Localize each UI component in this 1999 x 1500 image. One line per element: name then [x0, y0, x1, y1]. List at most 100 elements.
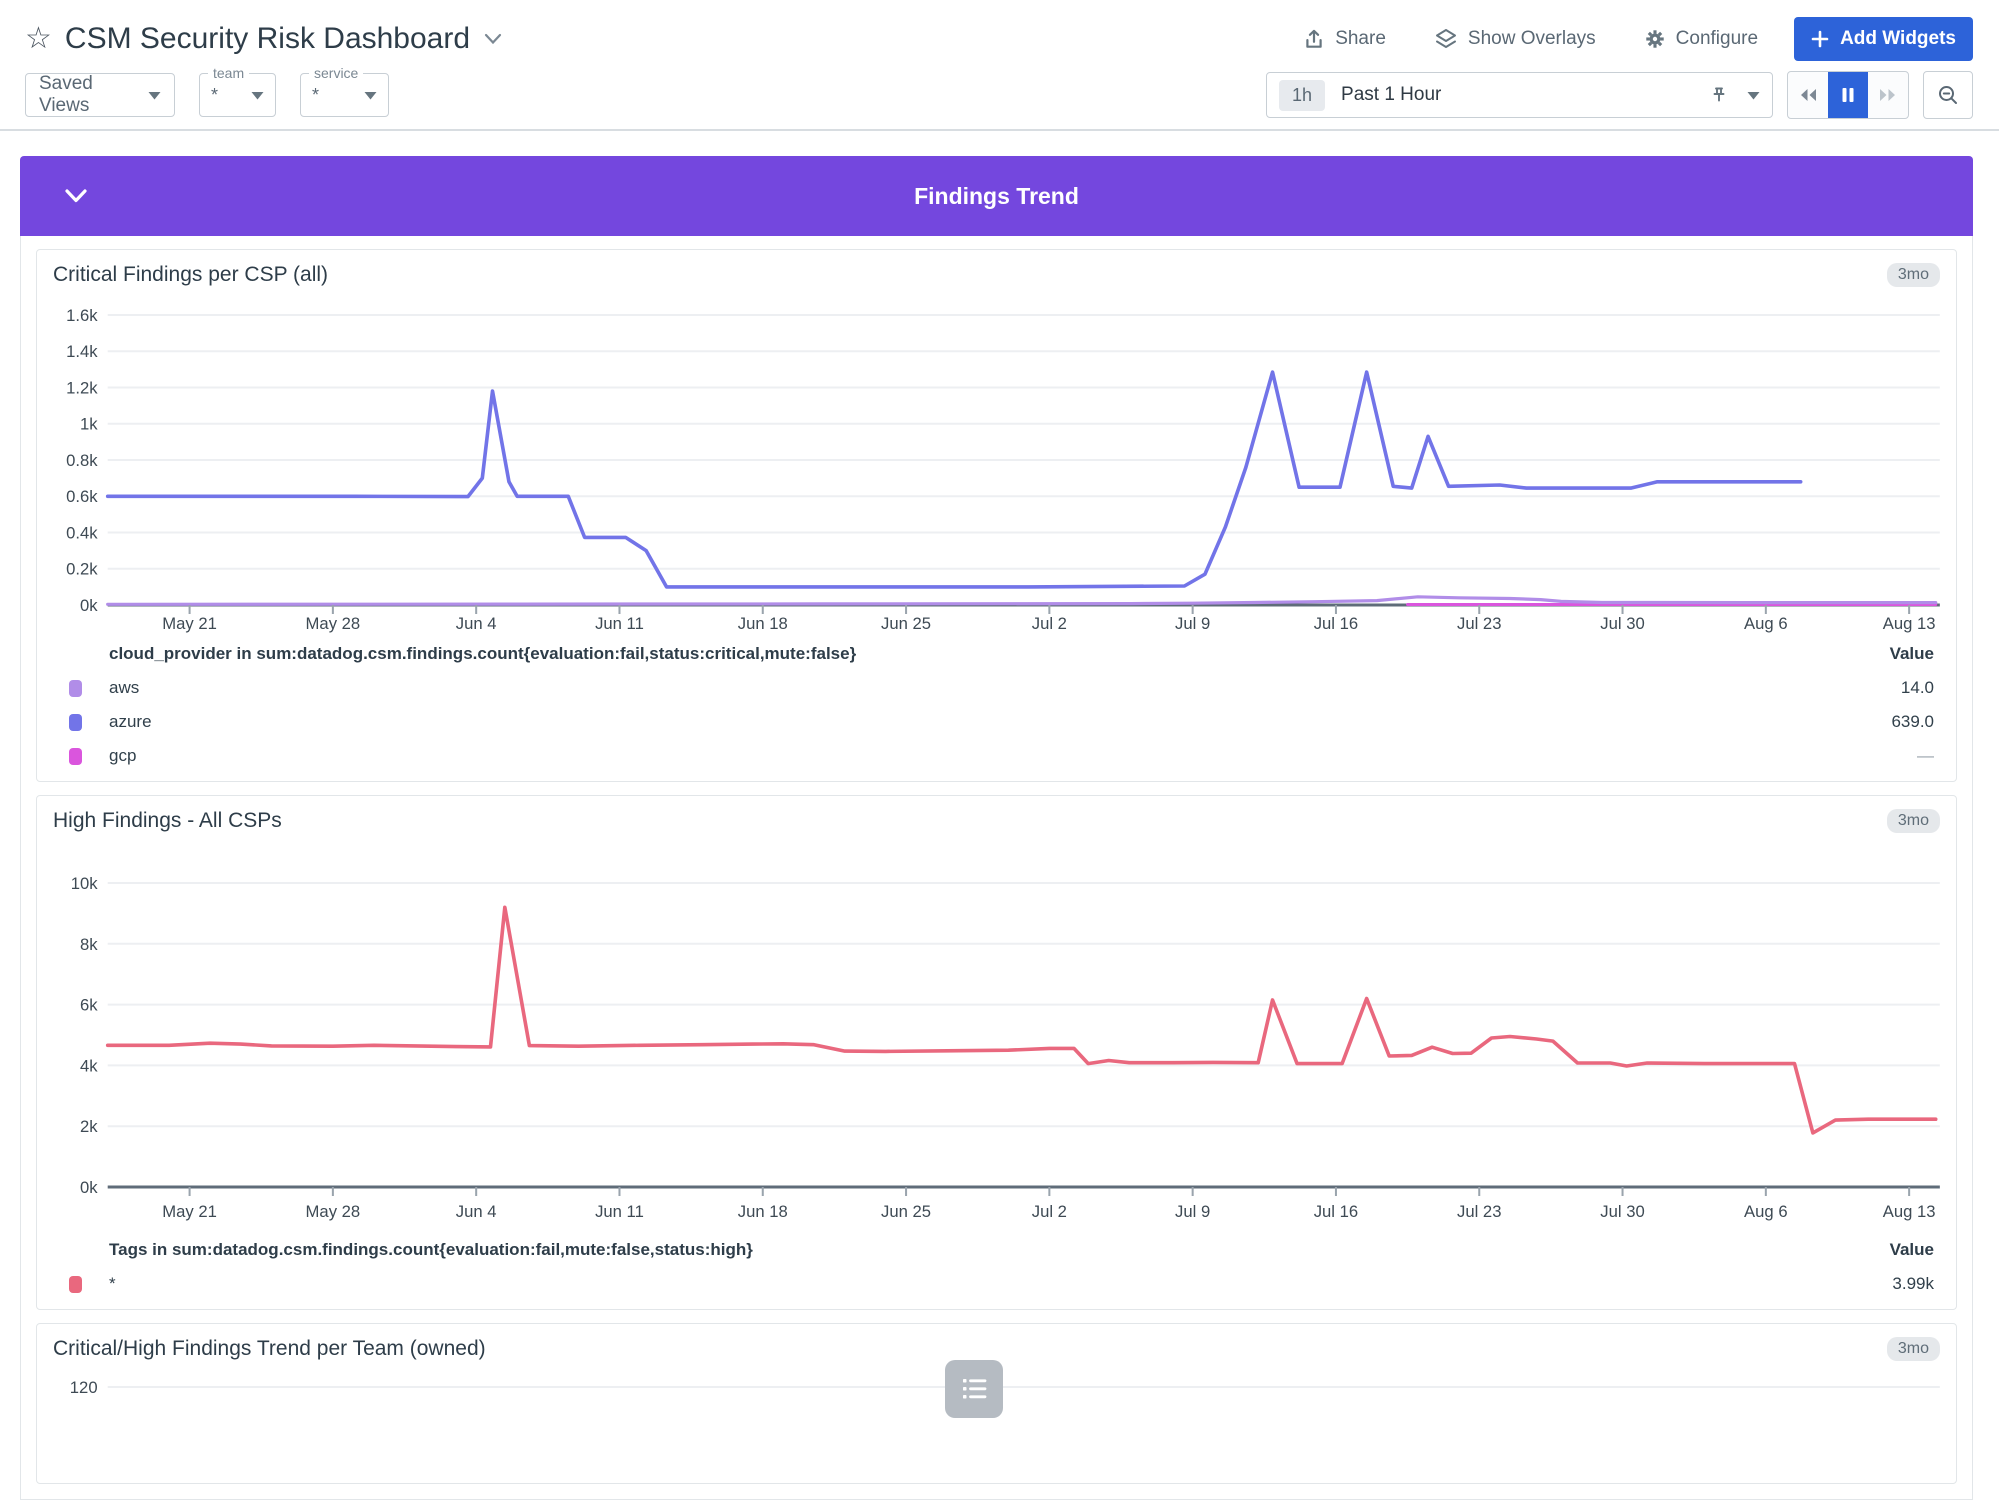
legend-header-row: Tags in sum:datadog.csm.findings.count{e…	[53, 1233, 1940, 1267]
svg-text:Jul 30: Jul 30	[1600, 1202, 1644, 1221]
svg-text:May 21: May 21	[162, 1202, 217, 1221]
chart-legend: Tags in sum:datadog.csm.findings.count{e…	[37, 1231, 1956, 1309]
timeframe-badge: 3mo	[1887, 809, 1940, 833]
list-icon	[959, 1375, 989, 1403]
svg-text:Jul 2: Jul 2	[1032, 614, 1067, 633]
dashboard-title: CSM Security Risk Dashboard	[65, 22, 470, 56]
legend-row-azure[interactable]: azure639.0	[53, 705, 1940, 739]
caret-down-icon	[364, 91, 377, 100]
svg-text:Jul 23: Jul 23	[1457, 1202, 1501, 1221]
svg-text:8k: 8k	[80, 935, 98, 954]
caret-down-icon	[251, 91, 264, 100]
svg-text:0k: 0k	[80, 596, 98, 615]
chart-legend: cloud_provider in sum:datadog.csm.findin…	[37, 635, 1956, 781]
svg-text:Jul 16: Jul 16	[1314, 614, 1358, 633]
show-overlays-button[interactable]: Show Overlays	[1434, 27, 1596, 51]
add-widgets-label: Add Widgets	[1840, 28, 1956, 50]
group-header-findings-trend[interactable]: Findings Trend	[20, 156, 1973, 236]
timeframe-badge: 3mo	[1887, 263, 1940, 287]
group-body: Critical Findings per CSP (all) 3mo May …	[20, 236, 1973, 1500]
svg-text:0.2k: 0.2k	[66, 560, 98, 579]
svg-text:Jun 4: Jun 4	[456, 614, 497, 633]
svg-text:120: 120	[70, 1378, 98, 1397]
svg-text:2k: 2k	[80, 1117, 98, 1136]
line-chart-critical-findings[interactable]: May 21May 28Jun 4Jun 11Jun 18Jun 25Jul 2…	[37, 289, 1956, 635]
svg-text:0.8k: 0.8k	[66, 451, 98, 470]
legend-row-aws[interactable]: aws 14.0	[53, 671, 1940, 705]
svg-text:Jun 11: Jun 11	[595, 614, 644, 633]
time-playback-controls	[1787, 71, 1909, 119]
widget-title: Critical/High Findings Trend per Team (o…	[53, 1337, 486, 1361]
svg-text:Jun 4: Jun 4	[456, 1202, 497, 1221]
svg-text:Aug 13: Aug 13	[1883, 614, 1936, 633]
svg-text:Jul 9: Jul 9	[1175, 1202, 1210, 1221]
svg-text:Jul 30: Jul 30	[1600, 614, 1644, 633]
configure-button[interactable]: Configure	[1644, 28, 1758, 50]
template-var-service-value: *	[312, 85, 319, 106]
legend-value-header: Value	[1890, 644, 1934, 664]
pin-icon[interactable]	[1709, 85, 1729, 105]
favorite-star-icon[interactable]: ☆	[25, 24, 52, 54]
saved-views-dropdown[interactable]: Saved Views	[25, 73, 175, 117]
svg-text:1.6k: 1.6k	[66, 306, 98, 325]
svg-text:Aug 6: Aug 6	[1744, 1202, 1788, 1221]
series-color-swatch	[69, 748, 82, 765]
svg-text:0.6k: 0.6k	[66, 487, 98, 506]
svg-text:Jul 9: Jul 9	[1175, 614, 1210, 633]
title-chevron-down-icon[interactable]	[484, 33, 502, 45]
saved-views-label: Saved Views	[39, 73, 148, 117]
template-var-team-label: team	[208, 65, 249, 81]
widget-critical-findings-per-csp[interactable]: Critical Findings per CSP (all) 3mo May …	[36, 249, 1957, 782]
legend-row-gcp[interactable]: gcp—	[53, 739, 1940, 773]
dashboard-body: Findings Trend Critical Findings per CSP…	[0, 131, 1999, 1500]
series-value: 639.0	[1891, 712, 1934, 732]
svg-text:May 21: May 21	[162, 614, 217, 633]
series-name: aws	[109, 678, 139, 698]
collapse-chevron-down-icon[interactable]	[62, 187, 90, 205]
svg-text:Jun 18: Jun 18	[738, 614, 788, 633]
rewind-button[interactable]	[1788, 72, 1828, 118]
template-var-service[interactable]: service *	[300, 73, 389, 117]
legend-row-*[interactable]: * 3.99k	[53, 1267, 1940, 1301]
legend-toggle-button[interactable]	[945, 1360, 1003, 1418]
time-range-label: Past 1 Hour	[1341, 84, 1441, 106]
widget-high-findings-all-csps[interactable]: High Findings - All CSPs 3mo May 21May 2…	[36, 795, 1957, 1310]
series-color-swatch	[69, 680, 82, 697]
svg-text:Jul 2: Jul 2	[1032, 1202, 1067, 1221]
time-range-picker[interactable]: 1h Past 1 Hour	[1266, 72, 1773, 118]
svg-text:6k: 6k	[80, 996, 98, 1015]
widget-critical-high-findings-per-team[interactable]: Critical/High Findings Trend per Team (o…	[36, 1323, 1957, 1484]
share-label: Share	[1335, 28, 1386, 50]
series-value: —	[1917, 746, 1934, 766]
group-title: Findings Trend	[914, 183, 1079, 210]
zoom-out-button[interactable]	[1923, 71, 1973, 119]
template-var-service-label: service	[309, 65, 363, 81]
series-color-swatch	[69, 1276, 82, 1293]
svg-text:Jun 18: Jun 18	[738, 1202, 788, 1221]
svg-text:Aug 13: Aug 13	[1883, 1202, 1936, 1221]
pause-button[interactable]	[1828, 72, 1868, 118]
caret-down-icon	[1747, 91, 1760, 100]
svg-text:1.4k: 1.4k	[66, 342, 98, 361]
svg-text:Jul 16: Jul 16	[1314, 1202, 1358, 1221]
series-value: 14.0	[1901, 678, 1934, 698]
add-widgets-button[interactable]: Add Widgets	[1794, 17, 1973, 61]
line-chart-high-findings[interactable]: May 21May 28Jun 4Jun 11Jun 18Jun 25Jul 2…	[37, 835, 1956, 1231]
template-var-team-value: *	[211, 85, 218, 106]
template-var-team[interactable]: team *	[199, 73, 276, 117]
svg-text:1k: 1k	[80, 415, 98, 434]
timeframe-badge: 3mo	[1887, 1337, 1940, 1361]
series-name: *	[109, 1274, 116, 1294]
legend-header-row: cloud_provider in sum:datadog.csm.findin…	[53, 637, 1940, 671]
svg-text:1.2k: 1.2k	[66, 379, 98, 398]
time-range-chip: 1h	[1279, 80, 1325, 111]
configure-label: Configure	[1676, 28, 1758, 50]
svg-text:Jun 11: Jun 11	[595, 1202, 644, 1221]
series-value: 3.99k	[1892, 1274, 1934, 1294]
svg-text:Aug 6: Aug 6	[1744, 614, 1788, 633]
svg-text:4k: 4k	[80, 1056, 98, 1075]
svg-text:May 28: May 28	[306, 614, 361, 633]
fast-forward-button[interactable]	[1868, 72, 1908, 118]
plus-icon	[1811, 30, 1829, 48]
share-button[interactable]: Share	[1303, 28, 1386, 50]
